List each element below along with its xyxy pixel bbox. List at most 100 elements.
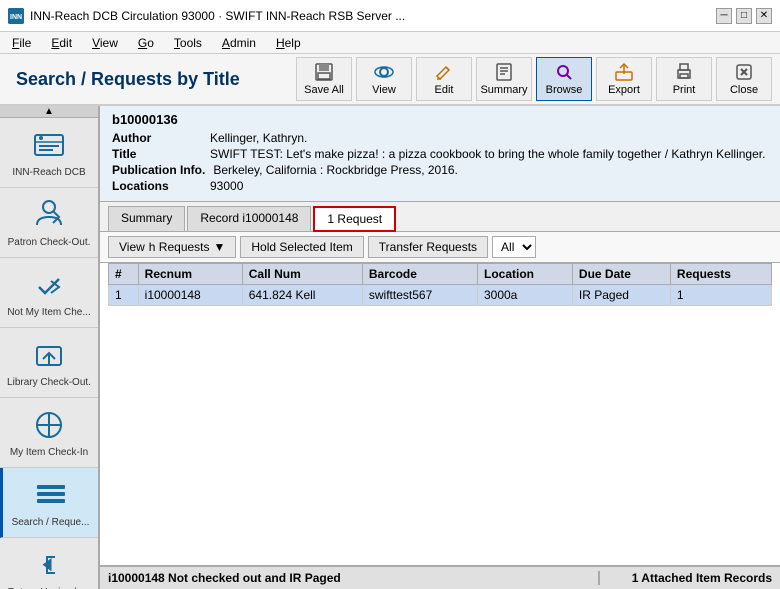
sidebar-item-return[interactable]: Return Uncircula... — [0, 538, 98, 589]
sidebar-label-not-my-item: Not My Item Che... — [7, 307, 90, 319]
my-item-checkin-icon — [31, 407, 67, 443]
maximize-button[interactable]: □ — [736, 8, 752, 24]
record-id: b10000136 — [112, 112, 768, 127]
export-button[interactable]: Export — [596, 57, 652, 101]
record-field-title: Title SWIFT TEST: Let's make pizza! : a … — [112, 147, 768, 161]
content-area: b10000136 Author Kellinger, Kathryn. Tit… — [100, 106, 780, 589]
main-layout: ▲ INN-Reach DCB Pat — [0, 106, 780, 589]
minimize-button[interactable]: ─ — [716, 8, 732, 24]
menu-view[interactable]: View — [88, 35, 122, 51]
save-all-icon — [314, 62, 334, 82]
sidebar-label-my-item-checkin: My Item Check-In — [10, 447, 88, 459]
menu-tools[interactable]: Tools — [170, 35, 206, 51]
sidebar: ▲ INN-Reach DCB Pat — [0, 106, 100, 589]
record-field-author: Author Kellinger, Kathryn. — [112, 131, 768, 145]
summary-button[interactable]: Summary — [476, 57, 532, 101]
col-header-barcode: Barcode — [362, 264, 477, 285]
sidebar-item-inn-reach-dcb[interactable]: INN-Reach DCB — [0, 118, 98, 188]
sidebar-item-library-checkout[interactable]: Library Check-Out. — [0, 328, 98, 398]
cell-callnum: 641.824 Kell — [242, 285, 362, 306]
sidebar-item-patron-checkout[interactable]: Patron Check-Out. — [0, 188, 98, 258]
sidebar-label-search: Search / Reque... — [12, 517, 90, 529]
status-bar: i10000148 Not checked out and IR Paged 1… — [100, 565, 780, 589]
title-value: SWIFT TEST: Let's make pizza! : a pizza … — [210, 147, 768, 161]
tab-record[interactable]: Record i10000148 — [187, 206, 311, 231]
sidebar-item-not-my-item[interactable]: Not My Item Che... — [0, 258, 98, 328]
sidebar-item-search[interactable]: Search / Reque... — [0, 468, 98, 538]
close-button[interactable]: ✕ — [756, 8, 772, 24]
pubinfo-label: Publication Info. — [112, 163, 205, 177]
cell-recnum: i10000148 — [138, 285, 242, 306]
transfer-requests-button[interactable]: Transfer Requests — [368, 236, 488, 258]
view-button[interactable]: View — [356, 57, 412, 101]
cell-location: 3000a — [477, 285, 572, 306]
print-icon — [674, 62, 694, 82]
requests-table: # Recnum Call Num Barcode Location Due D… — [108, 263, 772, 306]
record-field-locations: Locations 93000 — [112, 179, 768, 193]
col-header-recnum: Recnum — [138, 264, 242, 285]
locations-value: 93000 — [210, 179, 768, 193]
export-icon — [614, 62, 634, 82]
cell-duedate: IR Paged — [572, 285, 670, 306]
transfer-requests-label: Transfer Requests — [379, 240, 477, 254]
author-value: Kellinger, Kathryn. — [210, 131, 768, 145]
window-title: INN-Reach DCB Circulation 93000 · SWIFT … — [30, 9, 405, 23]
svg-text:INN: INN — [10, 14, 22, 21]
close-toolbar-label: Close — [730, 84, 758, 96]
edit-icon — [434, 62, 454, 82]
save-all-button[interactable]: Save All — [296, 57, 352, 101]
inn-reach-dcb-icon — [31, 127, 67, 163]
browse-icon — [554, 62, 574, 82]
record-field-pubinfo: Publication Info. Berkeley, California :… — [112, 163, 768, 177]
summary-icon — [494, 62, 514, 82]
hold-selected-label: Hold Selected Item — [251, 240, 352, 254]
sidebar-label-library-checkout: Library Check-Out. — [7, 377, 91, 389]
title-bar: INN INN-Reach DCB Circulation 93000 · SW… — [0, 0, 780, 32]
hold-requests-label: h Requests — [149, 240, 210, 254]
view-requests-button[interactable]: View h Requests ▼ — [108, 236, 236, 258]
edit-label: Edit — [435, 84, 454, 96]
col-header-duedate: Due Date — [572, 264, 670, 285]
menu-admin[interactable]: Admin — [218, 35, 260, 51]
browse-button[interactable]: Browse — [536, 57, 592, 101]
table-row[interactable]: 1 i10000148 641.824 Kell swifttest567 30… — [109, 285, 772, 306]
sidebar-label-patron-checkout: Patron Check-Out. — [8, 237, 91, 249]
menu-edit[interactable]: Edit — [47, 35, 76, 51]
not-my-item-icon — [31, 267, 67, 303]
menu-help[interactable]: Help — [272, 35, 305, 51]
main-toolbar: Search / Requests by Title Save All View… — [0, 54, 780, 106]
page-title: Search / Requests by Title — [8, 69, 292, 90]
col-header-callnum: Call Num — [242, 264, 362, 285]
sidebar-item-my-item-checkin[interactable]: My Item Check-In — [0, 398, 98, 468]
cell-num: 1 — [109, 285, 139, 306]
pubinfo-value: Berkeley, California : Rockbridge Press,… — [213, 163, 768, 177]
menu-bar: File Edit View Go Tools Admin Help — [0, 32, 780, 54]
status-left: i10000148 Not checked out and IR Paged — [100, 571, 600, 585]
table-container: # Recnum Call Num Barcode Location Due D… — [100, 263, 780, 565]
return-icon — [31, 547, 67, 583]
tab-requests[interactable]: 1 Request — [313, 206, 396, 232]
title-label: Title — [112, 147, 202, 161]
menu-file[interactable]: File — [8, 35, 35, 51]
col-header-num: # — [109, 264, 139, 285]
sidebar-scroll-up[interactable]: ▲ — [0, 106, 98, 118]
content-toolbar: View h Requests ▼ Hold Selected Item Tra… — [100, 232, 780, 263]
sidebar-label-inn-reach-dcb: INN-Reach DCB — [12, 167, 85, 179]
print-button[interactable]: Print — [656, 57, 712, 101]
patron-checkout-icon — [31, 197, 67, 233]
title-bar-controls: ─ □ ✕ — [716, 8, 772, 24]
edit-button[interactable]: Edit — [416, 57, 472, 101]
export-label: Export — [608, 84, 640, 96]
view-icon — [374, 62, 394, 82]
print-label: Print — [673, 84, 696, 96]
view-requests-label: View — [119, 240, 145, 254]
close-toolbar-button[interactable]: Close — [716, 57, 772, 101]
view-label: View — [372, 84, 396, 96]
app-icon: INN — [8, 8, 24, 24]
tab-summary[interactable]: Summary — [108, 206, 185, 231]
locations-label: Locations — [112, 179, 202, 193]
hold-selected-button[interactable]: Hold Selected Item — [240, 236, 363, 258]
title-bar-left: INN INN-Reach DCB Circulation 93000 · SW… — [8, 8, 405, 24]
filter-select[interactable]: All — [492, 236, 536, 258]
menu-go[interactable]: Go — [134, 35, 158, 51]
